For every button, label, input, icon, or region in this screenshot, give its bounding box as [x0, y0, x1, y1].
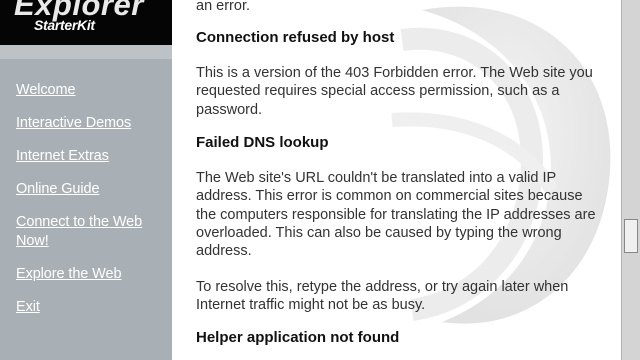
content-pane: an error. Connection refused by host Thi… — [172, 0, 621, 360]
section-heading: Connection refused by host — [196, 29, 395, 46]
sidebar-divider — [0, 45, 172, 59]
section-paragraph: The Web site's URL couldn't be translate… — [196, 170, 596, 260]
section-paragraph: To resolve this, retype the address, or … — [196, 279, 569, 314]
logo-subtitle: StarterKit — [34, 17, 95, 33]
explorer-logo: Explorer StarterKit — [0, 0, 172, 45]
vertical-scrollbar[interactable] — [621, 0, 640, 360]
sidebar-item-connect-to-web-now[interactable]: Now! — [16, 232, 49, 251]
scrollbar-thumb[interactable] — [624, 219, 638, 253]
sidebar-item-interactive-demos[interactable]: Interactive Demos — [16, 114, 131, 133]
sidebar-item-internet-extras[interactable]: Internet Extras — [16, 147, 109, 166]
sidebar-item-online-guide[interactable]: Online Guide — [16, 180, 100, 199]
sidebar-item-exit[interactable]: Exit — [16, 298, 40, 317]
sidebar-item-connect-to-web[interactable]: Connect to the Web — [16, 213, 142, 232]
sidebar-item-explore-the-web[interactable]: Explore the Web — [16, 265, 122, 284]
section-paragraph: This is a version of the 403 Forbidden e… — [196, 65, 593, 118]
sidebar: Explorer StarterKit Welcome Interactive … — [0, 0, 172, 360]
section-heading: Failed DNS lookup — [196, 134, 329, 151]
sidebar-item-welcome[interactable]: Welcome — [16, 81, 76, 100]
intro-tail-text: an error. — [196, 0, 250, 14]
section-heading: Helper application not found — [196, 329, 400, 346]
